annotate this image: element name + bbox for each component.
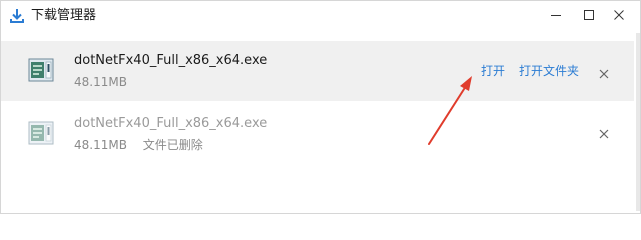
file-size: 48.11MB xyxy=(74,75,127,89)
installer-file-icon xyxy=(28,57,54,83)
maximize-icon xyxy=(584,10,594,20)
close-icon xyxy=(614,10,624,20)
title-bar[interactable]: 下载管理器 xyxy=(1,1,640,33)
file-meta: 48.11MB 文件已删除 xyxy=(74,138,203,152)
file-meta: 48.11MB xyxy=(74,75,127,89)
file-size: 48.11MB xyxy=(74,138,127,152)
maximize-button[interactable] xyxy=(574,1,604,29)
download-manager-window: 下载管理器 dotNetFx40_Full_x86_x64.exe 48.11M… xyxy=(0,0,641,214)
download-item[interactable]: dotNetFx40_Full_x86_x64.exe 48.11MB 文件已删… xyxy=(1,104,634,164)
download-item[interactable]: dotNetFx40_Full_x86_x64.exe 48.11MB 打开 打… xyxy=(1,41,634,101)
minimize-button[interactable] xyxy=(541,1,571,29)
open-file-link[interactable]: 打开 xyxy=(481,64,505,78)
file-name: dotNetFx40_Full_x86_x64.exe xyxy=(74,116,268,131)
installer-file-icon xyxy=(28,120,54,146)
scrollbar[interactable] xyxy=(636,33,640,211)
file-status: 文件已删除 xyxy=(142,138,203,152)
minimize-icon xyxy=(551,15,561,16)
file-name: dotNetFx40_Full_x86_x64.exe xyxy=(74,53,268,68)
window-title: 下载管理器 xyxy=(31,8,97,23)
download-arrow-icon xyxy=(9,8,25,24)
close-button[interactable] xyxy=(604,1,634,29)
remove-item-button[interactable] xyxy=(598,125,610,139)
close-icon xyxy=(599,129,609,139)
open-folder-link[interactable]: 打开文件夹 xyxy=(519,64,579,78)
remove-item-button[interactable] xyxy=(598,65,610,79)
close-icon xyxy=(599,69,609,79)
